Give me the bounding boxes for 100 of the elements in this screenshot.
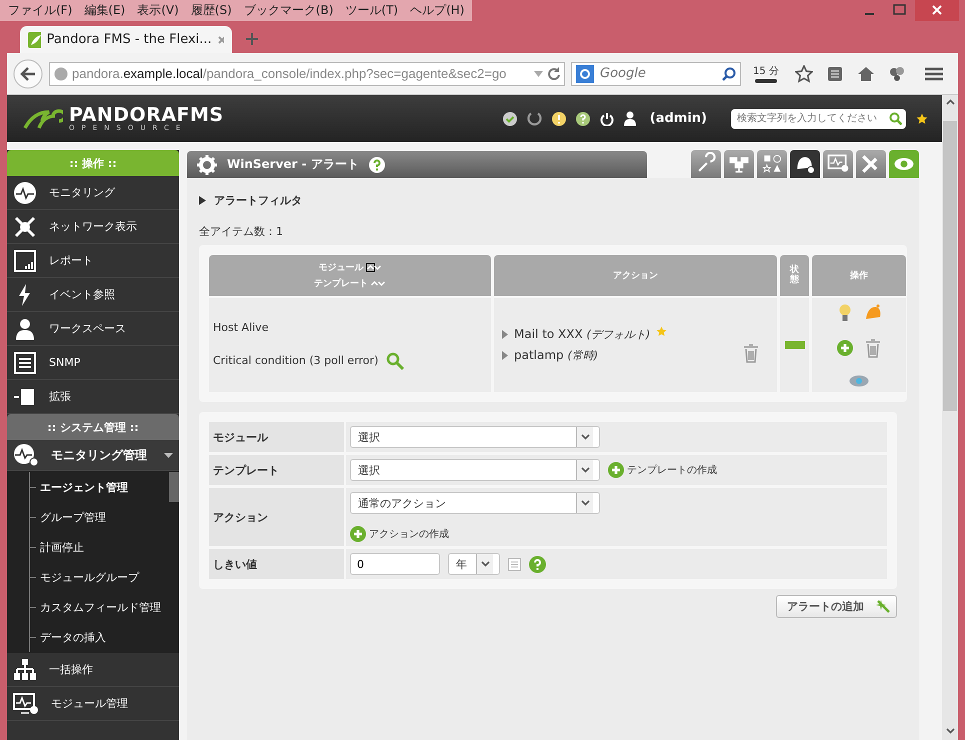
pulse-gear-icon xyxy=(13,443,39,467)
search-icon[interactable] xyxy=(722,66,736,80)
sidebar-item[interactable]: イベント参照 xyxy=(7,278,179,312)
section-header: :: 操作 :: xyxy=(7,150,179,176)
check-icon[interactable] xyxy=(502,112,517,126)
menu-item[interactable]: 履歴(S) xyxy=(190,2,232,19)
select-field[interactable]: 通常のアクション xyxy=(350,492,600,514)
sidebar-item[interactable]: モニタリング管理 xyxy=(7,440,179,471)
sidebar-item[interactable]: レポート xyxy=(7,244,179,278)
report-icon xyxy=(13,248,37,272)
plus-icon[interactable] xyxy=(350,526,366,542)
input-field[interactable]: 0 xyxy=(350,553,440,575)
column-header: モジュール テンプレート xyxy=(209,255,491,296)
sidebar-item[interactable]: 一括操作 xyxy=(7,653,179,687)
chevron-icon[interactable] xyxy=(580,434,590,440)
user-name[interactable]: (admin) xyxy=(650,111,707,126)
toolbar-tab[interactable] xyxy=(790,150,820,178)
select-field[interactable]: 選択 xyxy=(350,459,600,481)
sort-arrows-icon[interactable] xyxy=(366,263,382,272)
monitor-gear-icon xyxy=(13,692,39,716)
action-name: Mail to XXX (デフォルト) xyxy=(514,327,650,342)
sidebar-item[interactable]: ワークスペース xyxy=(7,312,179,346)
chevron-icon[interactable] xyxy=(580,467,590,473)
leaf-icon xyxy=(28,32,41,48)
plus-icon[interactable] xyxy=(608,462,624,478)
list-icon xyxy=(13,350,37,374)
menu-item[interactable]: ファイル(F) xyxy=(8,2,72,19)
back-button[interactable] xyxy=(13,58,43,88)
network-icon xyxy=(13,214,37,238)
column-header: 操作 xyxy=(812,255,906,296)
sidebar-subitem[interactable]: カスタムフィールド管理 xyxy=(29,592,179,622)
form-label: テンプレート xyxy=(209,455,344,485)
browser-tab[interactable]: Pandora FMS - the Flexi... xyxy=(20,26,232,53)
scroll-up-icon[interactable] xyxy=(946,99,954,105)
create-link[interactable]: アクションの作成 xyxy=(369,527,449,541)
menu-item[interactable]: 編集(E) xyxy=(84,2,126,19)
list-icon[interactable] xyxy=(826,66,843,82)
globe-icon xyxy=(54,66,68,80)
sidebar-subitem[interactable]: モジュールグループ xyxy=(29,562,179,592)
person-icon xyxy=(13,316,37,340)
scrollbar-thumb[interactable] xyxy=(943,121,957,411)
item-count: 全アイテム数：1 xyxy=(199,224,284,239)
chevron-icon[interactable] xyxy=(580,500,590,506)
sidebar-subitem[interactable]: データの挿入 xyxy=(29,622,179,652)
menu-item[interactable]: ツール(T) xyxy=(345,2,398,19)
section-header: :: システム管理 :: xyxy=(7,414,179,440)
sidebar-item[interactable]: モニタリング xyxy=(7,176,179,210)
form-label: アクション xyxy=(209,488,344,546)
sidebar-subitem[interactable]: 計画停止 xyxy=(29,532,179,562)
lightbulb-icon[interactable] xyxy=(839,304,851,322)
plus-icon[interactable] xyxy=(837,340,853,356)
menu-item[interactable]: ブックマーク(B) xyxy=(244,2,334,19)
create-link[interactable]: テンプレートの作成 xyxy=(627,463,717,477)
chevron-icon[interactable] xyxy=(480,561,490,567)
circles-icon[interactable] xyxy=(888,66,905,82)
logo-icon xyxy=(23,108,63,128)
dropdown-arrow-icon[interactable] xyxy=(534,70,543,76)
close-icon[interactable] xyxy=(218,36,224,44)
expand-arrow-icon[interactable] xyxy=(199,196,206,204)
power-icon[interactable] xyxy=(600,112,614,126)
column-header: 状態 xyxy=(780,255,809,296)
filter-toggle[interactable]: アラートフィルタ xyxy=(214,192,302,208)
scroll-down-icon[interactable] xyxy=(946,728,954,734)
sidebar-item[interactable]: SNMP xyxy=(7,346,179,380)
add-alert-button[interactable]: アラートの追加 xyxy=(776,595,897,618)
select-field[interactable]: 年 xyxy=(448,553,500,575)
template-name: Critical condition (3 poll error) xyxy=(213,354,378,367)
column-header: アクション xyxy=(494,255,777,296)
menu-item[interactable]: ヘルプ(H) xyxy=(410,2,464,19)
trash-icon[interactable] xyxy=(743,344,759,363)
gear-icon xyxy=(197,154,217,174)
hierarchy-icon xyxy=(13,658,37,682)
menu-icon[interactable] xyxy=(924,66,943,80)
menu-item[interactable]: 表示(V) xyxy=(137,2,179,19)
star-icon[interactable] xyxy=(916,112,928,124)
search-box[interactable]: 検索文字列を入力してください xyxy=(731,108,906,128)
star-icon[interactable] xyxy=(794,64,813,82)
sidebar-item[interactable]: ネットワーク表示 xyxy=(7,210,179,244)
sidebar-item[interactable]: モジュール管理 xyxy=(7,687,179,721)
select-field[interactable]: 選択 xyxy=(350,426,600,448)
page-title: WinServer - アラート xyxy=(227,156,359,173)
sidebar-subitem[interactable]: グループ管理 xyxy=(29,502,179,532)
user-icon[interactable] xyxy=(624,111,636,126)
refresh-icon[interactable] xyxy=(526,111,542,126)
search-engine-icon[interactable] xyxy=(576,64,594,82)
web-search-box[interactable]: Google xyxy=(571,62,741,86)
help-icon[interactable] xyxy=(576,112,590,126)
warning-icon[interactable] xyxy=(552,112,566,126)
form-label: しきい値 xyxy=(209,549,344,579)
caret-icon xyxy=(164,452,173,458)
action-name: patlamp (常時) xyxy=(514,348,598,363)
wand-icon xyxy=(876,600,890,614)
home-icon[interactable] xyxy=(856,66,875,82)
timer-badge[interactable]: 15 分 xyxy=(753,64,779,83)
logo-text: PANDORAFMS xyxy=(69,106,224,124)
reload-icon[interactable] xyxy=(547,67,560,80)
trash-icon[interactable] xyxy=(865,338,881,358)
close-button[interactable] xyxy=(915,0,959,21)
web-search-field[interactable]: Google xyxy=(598,65,702,82)
pulse-icon xyxy=(13,180,37,204)
